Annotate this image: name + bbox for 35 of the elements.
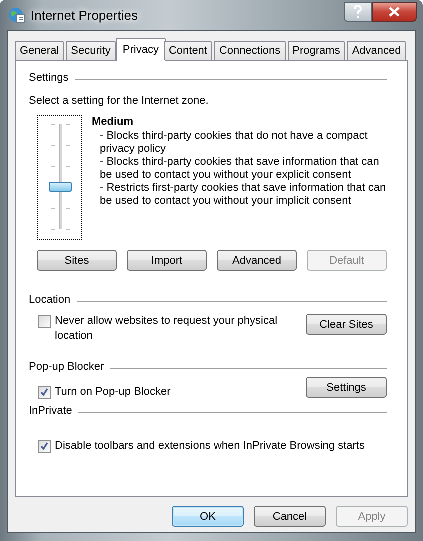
description-text: - Blocks third-party cookies that save information that can be used to contact you without your explicit consent	[100, 156, 380, 182]
group-heading: Location	[29, 293, 387, 308]
checkbox-label: Never allow websites to request your physical location	[55, 314, 279, 344]
clear-sites-button[interactable]: Clear Sites	[306, 314, 387, 335]
prompt-text: Select a setting for the Internet zone.	[29, 94, 210, 109]
ok-button[interactable]: OK	[172, 506, 244, 527]
window-title: Internet Properties	[31, 8, 139, 22]
tab[interactable]: Content	[164, 41, 212, 60]
cancel-button[interactable]: Cancel	[254, 506, 326, 527]
description-text: - Restricts first-party cookies that save information that can be used to contact you without your implicit consent	[100, 182, 388, 208]
privacy-slider[interactable]	[37, 115, 82, 240]
tab[interactable]: General	[15, 41, 64, 60]
checkbox-label: Disable toolbars and extensions when InPrivate Browsing starts	[55, 439, 365, 454]
checkbox-label: Turn on Pop-up Blocker	[55, 385, 171, 400]
advanced-button[interactable]: Advanced	[217, 250, 297, 271]
tab[interactable]: Advanced	[347, 41, 406, 60]
sites-button[interactable]: Sites	[37, 250, 117, 271]
checkbox[interactable]	[38, 386, 51, 399]
tab[interactable]: Security	[66, 41, 116, 60]
tab[interactable]: Programs	[288, 41, 346, 60]
checkbox[interactable]	[38, 440, 51, 453]
checkbox[interactable]	[38, 315, 51, 328]
tab[interactable]: Connections	[214, 41, 286, 60]
help-button[interactable]	[344, 2, 372, 22]
tab[interactable]: Privacy	[116, 38, 166, 61]
settings-button[interactable]: Settings	[306, 377, 387, 398]
description-text: - Blocks third-party cookies that do not have a compact privacy policy	[100, 130, 369, 156]
level-name: Medium	[92, 115, 135, 130]
import-button[interactable]: Import	[127, 250, 207, 271]
globe-icon	[8, 6, 26, 24]
close-button[interactable]	[372, 2, 417, 22]
group-heading: Pop-up Blocker	[29, 360, 387, 375]
slider-thumb[interactable]	[49, 182, 72, 192]
group-heading: Settings	[29, 71, 387, 86]
group-heading: InPrivate	[29, 404, 387, 419]
